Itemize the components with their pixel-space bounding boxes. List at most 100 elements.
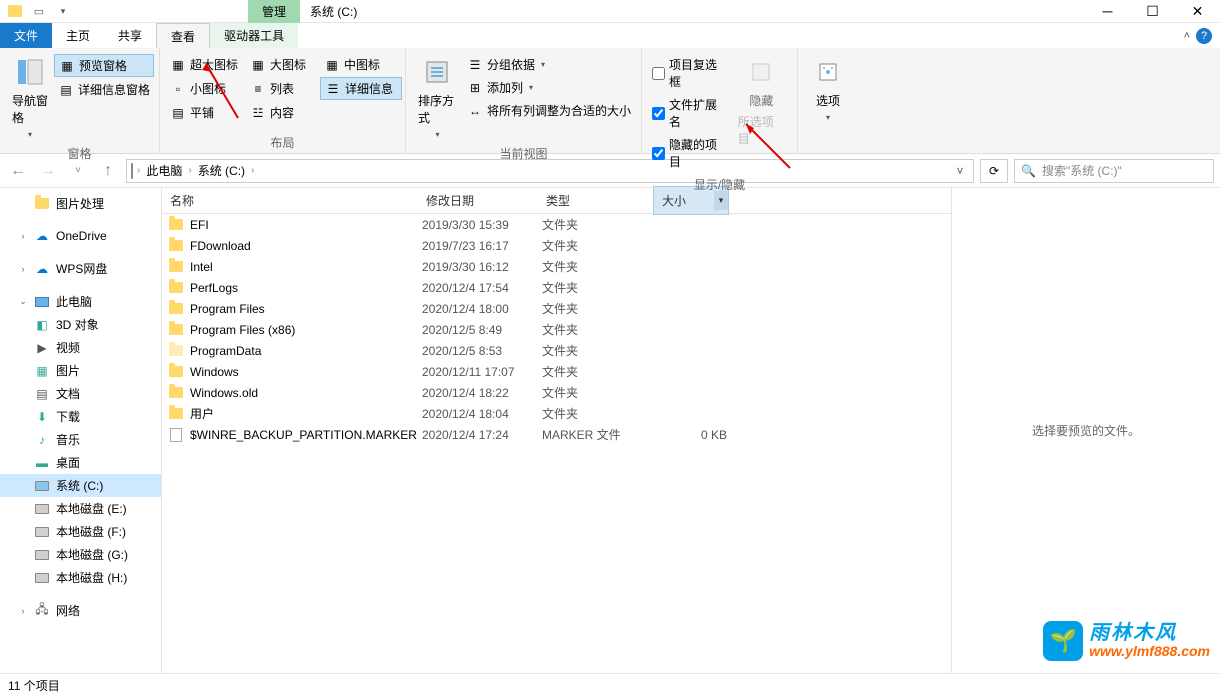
search-input[interactable]: 🔍 搜索"系统 (C:)" bbox=[1014, 159, 1214, 183]
sidebar-item-this-pc[interactable]: ⌄此电脑 bbox=[0, 290, 161, 313]
table-row[interactable]: Windows2020/12/11 17:07文件夹 bbox=[162, 361, 951, 382]
sidebar-item-onedrive[interactable]: ›☁OneDrive bbox=[0, 225, 161, 247]
collapse-icon[interactable]: ⌄ bbox=[18, 296, 28, 307]
file-rows[interactable]: EFI2019/3/30 15:39文件夹FDownload2019/7/23 … bbox=[162, 214, 951, 673]
tab-share[interactable]: 共享 bbox=[104, 23, 156, 48]
sort-by-button[interactable]: 排序方式 ▾ bbox=[412, 52, 463, 143]
expand-icon[interactable]: › bbox=[18, 264, 28, 274]
tab-file[interactable]: 文件 bbox=[0, 23, 52, 48]
forward-button[interactable]: → bbox=[36, 159, 60, 183]
ribbon-collapse-icon[interactable]: ˄ bbox=[1184, 30, 1190, 42]
table-row[interactable]: EFI2019/3/30 15:39文件夹 bbox=[162, 214, 951, 235]
recent-locations-button[interactable]: ˅ bbox=[66, 159, 90, 183]
content-button[interactable]: ☳内容 bbox=[246, 102, 318, 123]
folder-icon bbox=[168, 217, 184, 233]
table-row[interactable]: Program Files2020/12/4 18:00文件夹 bbox=[162, 298, 951, 319]
hidden-items-checkbox[interactable]: 隐藏的项目 bbox=[648, 134, 732, 172]
options-button[interactable]: 选项 ▾ bbox=[804, 52, 852, 126]
close-button[interactable]: ✕ bbox=[1175, 0, 1220, 23]
file-type: 文件夹 bbox=[542, 258, 657, 275]
file-ext-checkbox[interactable]: 文件扩展名 bbox=[648, 94, 732, 132]
medium-icons-button[interactable]: ▦中图标 bbox=[320, 54, 392, 75]
file-name: FDownload bbox=[190, 239, 422, 253]
chevron-down-icon: ▾ bbox=[826, 113, 830, 122]
sidebar-item-videos[interactable]: ▶视频 bbox=[0, 336, 161, 359]
size-columns-button[interactable]: ↔将所有列调整为合适的大小 bbox=[463, 100, 635, 121]
chevron-down-icon[interactable]: ▾ bbox=[714, 191, 728, 210]
main-area: 图片处理 ›☁OneDrive ›☁WPS网盘 ⌄此电脑 ◧3D 对象 ▶视频 … bbox=[0, 188, 1220, 673]
options-icon bbox=[812, 56, 844, 88]
sidebar-item-local-f[interactable]: 本地磁盘 (F:) bbox=[0, 520, 161, 543]
large-icons-icon: ▦ bbox=[250, 57, 266, 73]
table-row[interactable]: 用户2020/12/4 18:04文件夹 bbox=[162, 403, 951, 424]
checkbox-icon[interactable] bbox=[652, 107, 665, 120]
folder-icon bbox=[168, 259, 184, 275]
sidebar-item-desktop[interactable]: ▬桌面 bbox=[0, 451, 161, 474]
search-icon: 🔍 bbox=[1021, 164, 1036, 178]
add-columns-button[interactable]: ⊞添加列▾ bbox=[463, 77, 635, 98]
checkbox-icon[interactable] bbox=[652, 147, 665, 160]
hide-selected-button[interactable]: 隐藏 所选项目 bbox=[732, 52, 791, 151]
table-row[interactable]: Program Files (x86)2020/12/5 8:49文件夹 bbox=[162, 319, 951, 340]
address-dropdown-icon[interactable]: ˅ bbox=[951, 164, 969, 178]
sidebar-item-local-h[interactable]: 本地磁盘 (H:) bbox=[0, 566, 161, 589]
item-checkboxes-checkbox[interactable]: 项目复选框 bbox=[648, 54, 732, 92]
sidebar-item-3d-objects[interactable]: ◧3D 对象 bbox=[0, 313, 161, 336]
breadcrumb-this-pc[interactable]: 此电脑 bbox=[144, 162, 184, 179]
large-icons-button[interactable]: ▦大图标 bbox=[246, 54, 318, 75]
navigation-pane[interactable]: 图片处理 ›☁OneDrive ›☁WPS网盘 ⌄此电脑 ◧3D 对象 ▶视频 … bbox=[0, 188, 162, 673]
table-row[interactable]: Intel2019/3/30 16:12文件夹 bbox=[162, 256, 951, 277]
table-row[interactable]: Windows.old2020/12/4 18:22文件夹 bbox=[162, 382, 951, 403]
details-view-button[interactable]: ☰详细信息 bbox=[320, 77, 402, 100]
chevron-right-icon[interactable]: › bbox=[137, 165, 140, 176]
checkbox-icon[interactable] bbox=[652, 67, 665, 80]
qat-dropdown-icon[interactable]: ▾ bbox=[52, 0, 74, 22]
explorer-icon[interactable] bbox=[4, 0, 26, 22]
expand-icon[interactable]: › bbox=[18, 231, 28, 241]
sidebar-item-wps[interactable]: ›☁WPS网盘 bbox=[0, 257, 161, 280]
table-row[interactable]: PerfLogs2020/12/4 17:54文件夹 bbox=[162, 277, 951, 298]
table-row[interactable]: FDownload2019/7/23 16:17文件夹 bbox=[162, 235, 951, 256]
tab-home[interactable]: 主页 bbox=[52, 23, 104, 48]
small-icons-button[interactable]: ▫小图标 bbox=[166, 77, 244, 100]
sidebar-item-pictures[interactable]: ▦图片 bbox=[0, 359, 161, 382]
folder-icon bbox=[168, 364, 184, 380]
sidebar-item-system-c[interactable]: 系统 (C:) bbox=[0, 474, 161, 497]
sidebar-item-documents[interactable]: ▤文档 bbox=[0, 382, 161, 405]
group-by-button[interactable]: ☰分组依据▾ bbox=[463, 54, 635, 75]
refresh-button[interactable]: ⟳ bbox=[980, 159, 1008, 183]
table-row[interactable]: ProgramData2020/12/5 8:53文件夹 bbox=[162, 340, 951, 361]
sidebar-item-photo-process[interactable]: 图片处理 bbox=[0, 192, 161, 215]
up-button[interactable]: ↑ bbox=[96, 159, 120, 183]
breadcrumb[interactable]: › 此电脑 › 系统 (C:) › ˅ bbox=[126, 159, 974, 183]
tiles-button[interactable]: ▤平铺 bbox=[166, 102, 244, 123]
hide-icon bbox=[745, 56, 777, 88]
chevron-right-icon[interactable]: › bbox=[188, 165, 191, 176]
details-pane-button[interactable]: ▤详细信息窗格 bbox=[54, 79, 154, 100]
sidebar-item-downloads[interactable]: ⬇下载 bbox=[0, 405, 161, 428]
column-type[interactable]: 类型 bbox=[538, 188, 653, 213]
sidebar-item-music[interactable]: ♪音乐 bbox=[0, 428, 161, 451]
preview-pane-button[interactable]: ▦预览窗格 bbox=[54, 54, 154, 77]
breadcrumb-current[interactable]: 系统 (C:) bbox=[196, 162, 247, 179]
extra-large-icons-button[interactable]: ▦超大图标 bbox=[166, 54, 244, 75]
column-date[interactable]: 修改日期 bbox=[418, 188, 538, 213]
table-row[interactable]: $WINRE_BACKUP_PARTITION.MARKER2020/12/4 … bbox=[162, 424, 951, 445]
tab-drive-tools[interactable]: 驱动器工具 bbox=[210, 23, 298, 48]
back-button[interactable]: ← bbox=[6, 159, 30, 183]
expand-icon[interactable]: › bbox=[18, 606, 28, 616]
ribbon-group-show-hide: 项目复选框 文件扩展名 隐藏的项目 隐藏 所选项目 显示/隐藏 bbox=[642, 48, 798, 153]
sidebar-item-local-g[interactable]: 本地磁盘 (G:) bbox=[0, 543, 161, 566]
list-button[interactable]: ≡列表 bbox=[246, 77, 318, 100]
window-controls: ─ ☐ ✕ bbox=[1085, 0, 1220, 23]
help-icon[interactable]: ? bbox=[1196, 28, 1212, 44]
minimize-button[interactable]: ─ bbox=[1085, 0, 1130, 23]
maximize-button[interactable]: ☐ bbox=[1130, 0, 1175, 23]
sidebar-item-local-e[interactable]: 本地磁盘 (E:) bbox=[0, 497, 161, 520]
column-name[interactable]: 名称 bbox=[162, 188, 418, 213]
nav-pane-button[interactable]: 导航窗格 ▾ bbox=[6, 52, 54, 143]
sidebar-item-network[interactable]: ›🖧网络 bbox=[0, 599, 161, 622]
qat-properties-icon[interactable]: ▭ bbox=[28, 0, 50, 22]
tab-view[interactable]: 查看 bbox=[156, 23, 210, 48]
chevron-right-icon[interactable]: › bbox=[251, 165, 254, 176]
